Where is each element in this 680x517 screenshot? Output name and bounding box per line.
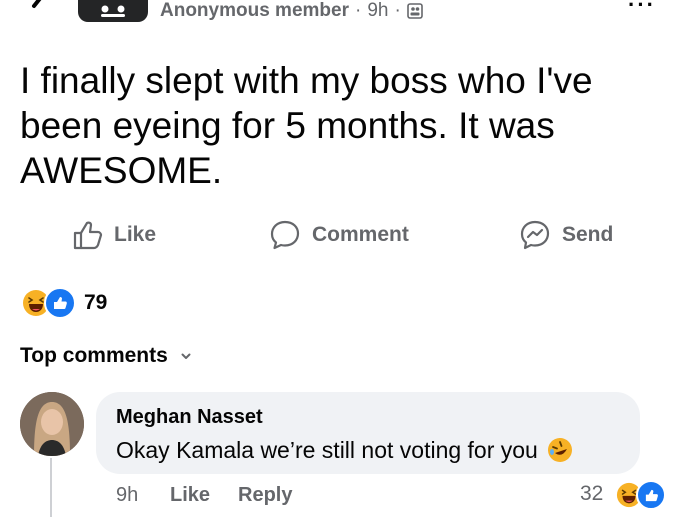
- comment-text: Okay Kamala we’re still not voting for y…: [116, 436, 538, 463]
- like-button[interactable]: Like: [70, 218, 156, 252]
- post-time[interactable]: 9h: [367, 0, 388, 22]
- like-label: Like: [114, 223, 157, 246]
- chevron-down-icon: [181, 353, 191, 359]
- rofl-emoji-icon: [547, 438, 572, 462]
- reactions-summary[interactable]: 79: [20, 287, 107, 319]
- commenter-name[interactable]: Meghan Nasset: [116, 406, 263, 429]
- comment-reaction-count[interactable]: 32: [580, 482, 603, 506]
- thread-line: [50, 458, 52, 517]
- comment-icon: [270, 220, 300, 250]
- profile-photo: [20, 392, 84, 456]
- like-reaction-icon: [636, 480, 666, 510]
- comment-reply-button[interactable]: Reply: [238, 484, 292, 507]
- comment-reactions[interactable]: [614, 480, 666, 510]
- comment-time[interactable]: 9h: [116, 484, 138, 507]
- post-author-line: Anonymous member · 9h ·: [160, 0, 423, 22]
- comment-button[interactable]: Comment: [268, 218, 409, 252]
- group-privacy-icon: [406, 3, 423, 19]
- like-reaction-icon: [44, 287, 76, 319]
- back-arrow-icon[interactable]: [22, 0, 62, 16]
- comment-like-button[interactable]: Like: [170, 484, 210, 507]
- post-text: I finally slept with my boss who I've be…: [20, 60, 593, 191]
- group-avatar[interactable]: [78, 0, 148, 22]
- comment-text-row: Okay Kamala we’re still not voting for y…: [116, 436, 574, 464]
- author-name[interactable]: Anonymous member: [160, 0, 349, 22]
- thumbs-up-icon: [73, 221, 103, 250]
- comments-filter-label: Top comments: [20, 344, 168, 367]
- messenger-icon: [520, 220, 550, 250]
- commenter-avatar[interactable]: [20, 392, 84, 456]
- comment-label: Comment: [312, 223, 409, 246]
- separator: ·: [354, 0, 362, 21]
- send-button[interactable]: Send: [518, 218, 613, 252]
- more-options-button[interactable]: ···: [628, 0, 656, 18]
- reaction-count: 79: [84, 291, 108, 314]
- comments-filter-dropdown[interactable]: Top comments: [20, 344, 192, 368]
- send-label: Send: [562, 223, 614, 246]
- separator: ·: [394, 0, 401, 21]
- group-icon: [101, 5, 125, 17]
